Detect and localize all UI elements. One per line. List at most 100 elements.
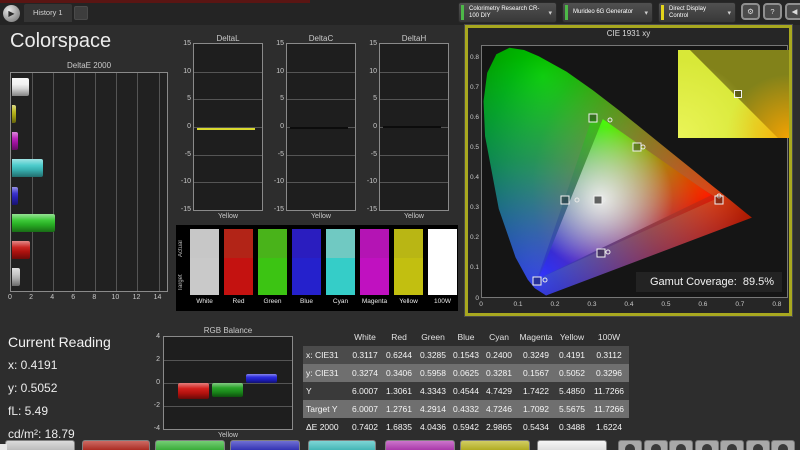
swatch-label: Blue	[292, 298, 321, 305]
rgb-y-tick-label: 0	[146, 379, 160, 386]
gridline	[194, 155, 262, 156]
table-column-header-cyan: Cyan	[481, 332, 517, 342]
test-patch-button-gray[interactable]	[5, 440, 75, 450]
y-tick-label: -15	[269, 206, 284, 213]
gridline	[380, 182, 448, 183]
delta-e-gridline	[116, 73, 117, 291]
table-value-cell: 0.3249	[517, 350, 555, 360]
corner-chip	[0, 444, 7, 450]
generator-device-dropdown[interactable]: Murideo 6G Generator ▾	[562, 2, 653, 23]
test-patch-button-yellow[interactable]	[460, 440, 530, 450]
settings-button[interactable]: ⚙	[741, 3, 760, 20]
swatch-magenta: Magenta	[360, 229, 389, 305]
x-axis-label: Yellow	[286, 213, 356, 220]
bottom-toolbar-button[interactable]	[720, 440, 744, 450]
data-line-delta_h	[383, 126, 441, 128]
swatch-actual	[224, 229, 253, 258]
bottom-toolbar-button[interactable]	[746, 440, 770, 450]
delta-e-gridline	[159, 73, 160, 291]
main-menu-button[interactable]: ▶	[3, 5, 20, 22]
bottom-toolbar-button[interactable]	[669, 440, 693, 450]
test-patch-button-white[interactable]	[537, 440, 607, 450]
gridline	[380, 155, 448, 156]
test-patch-button-magenta[interactable]	[385, 440, 455, 450]
current-reading-title: Current Reading	[8, 334, 111, 350]
help-button[interactable]: ?	[763, 3, 782, 20]
swatch-row-label-target: Target	[178, 263, 188, 303]
cie-y-tick-label: 0.4	[465, 174, 479, 181]
table-value-cell: 0.5942	[451, 422, 481, 432]
table-value-cell: 0.7402	[347, 422, 383, 432]
cie-y-tick-label: 0.8	[465, 54, 479, 61]
chevron-down-icon: ▾	[548, 9, 556, 17]
table-column-header-magenta: Magenta	[517, 332, 555, 342]
cie-x-tick-label: 0.8	[767, 301, 787, 308]
swatch-row-label-actual: Actual	[178, 233, 188, 265]
table-value-cell: 0.3117	[347, 350, 383, 360]
swatch-yellow: Yellow	[394, 229, 423, 305]
chart-delta_h: DeltaH151050-5-10-15Yellow	[362, 34, 450, 224]
cie-zoom-inset	[678, 50, 789, 138]
table-value-cell: 1.6835	[383, 422, 415, 432]
measured-point-green	[607, 117, 612, 122]
rgb-balance-chart[interactable]	[163, 336, 293, 430]
delta-e-chart[interactable]	[10, 72, 168, 292]
table-value-cell: 0.1543	[451, 350, 481, 360]
table-value-cell: 11.7266	[589, 386, 629, 396]
cie-x-tick-label: 0.2	[545, 301, 565, 308]
y-tick-label: 0	[362, 123, 377, 130]
delta-e-x-tick-label: 8	[85, 294, 103, 301]
table-row-target-y: Target Y6.00071.27614.29140.43324.72461.…	[303, 400, 629, 418]
gridline	[287, 72, 355, 73]
toolbar-icon	[727, 444, 737, 450]
swatch-blue: Blue	[292, 229, 321, 305]
chart-title-delta_l: DeltaL	[193, 34, 263, 43]
swatch-label: Yellow	[394, 298, 423, 305]
display-control-dropdown[interactable]: Direct Display Control ▾	[658, 2, 736, 23]
table-column-header-blue: Blue	[451, 332, 481, 342]
gridline	[194, 99, 262, 100]
test-patch-button-cyan[interactable]	[308, 440, 376, 450]
swatch-label: 100W	[428, 298, 457, 305]
y-tick-label: -10	[269, 178, 284, 185]
table-value-cell: 1.6224	[589, 422, 629, 432]
swatch-actual	[190, 229, 219, 258]
table-value-cell: 5.4850	[555, 386, 589, 396]
measured-point-magenta	[606, 249, 611, 254]
collapse-panel-button[interactable]: ◀	[785, 3, 800, 20]
cie-x-tick-label: 0	[471, 301, 491, 308]
bottom-toolbar-button[interactable]	[644, 440, 668, 450]
x-axis-label: Yellow	[379, 213, 449, 220]
swatch-green: Green	[258, 229, 287, 305]
color-swatch-panel[interactable]: Actual Target WhiteRedGreenBlueCyanMagen…	[176, 225, 458, 311]
bottom-toolbar-button[interactable]	[618, 440, 642, 450]
chart-plot-delta_h[interactable]	[379, 43, 449, 211]
chart-plot-delta_c[interactable]	[286, 43, 356, 211]
test-patch-button-green[interactable]	[155, 440, 225, 450]
chart-plot-delta_l[interactable]	[193, 43, 263, 211]
tab-history-1[interactable]: History 1	[24, 4, 72, 22]
swatch-label: Magenta	[360, 298, 389, 305]
cie-x-tick-label: 0.3	[582, 301, 602, 308]
test-patch-button-blue[interactable]	[230, 440, 300, 450]
swatch-target	[428, 258, 457, 295]
bottom-toolbar-button[interactable]	[771, 440, 795, 450]
meter-device-dropdown[interactable]: Colorimetry Research CR-100 DIY ▾	[458, 2, 557, 23]
tab-extra-button[interactable]	[74, 6, 88, 20]
y-tick-label: 15	[269, 40, 284, 47]
delta-e-x-tick-label: 4	[43, 294, 61, 301]
swatch-target	[394, 258, 423, 295]
swatch-target	[190, 258, 219, 295]
cie-y-tick-label: 0.1	[465, 264, 479, 271]
rgb-balance-xlabel: Yellow	[163, 432, 293, 439]
table-value-cell: 0.4332	[451, 404, 481, 414]
gridline	[287, 99, 355, 100]
swatch-target	[360, 258, 389, 295]
bottom-toolbar-button[interactable]	[695, 440, 719, 450]
table-value-cell: 1.7092	[517, 404, 555, 414]
delta-e-x-tick-label: 0	[1, 294, 19, 301]
toolbar-icon	[651, 444, 661, 450]
y-tick-label: -10	[176, 178, 191, 185]
swatch-label: Green	[258, 298, 287, 305]
test-patch-button-red[interactable]	[82, 440, 150, 450]
